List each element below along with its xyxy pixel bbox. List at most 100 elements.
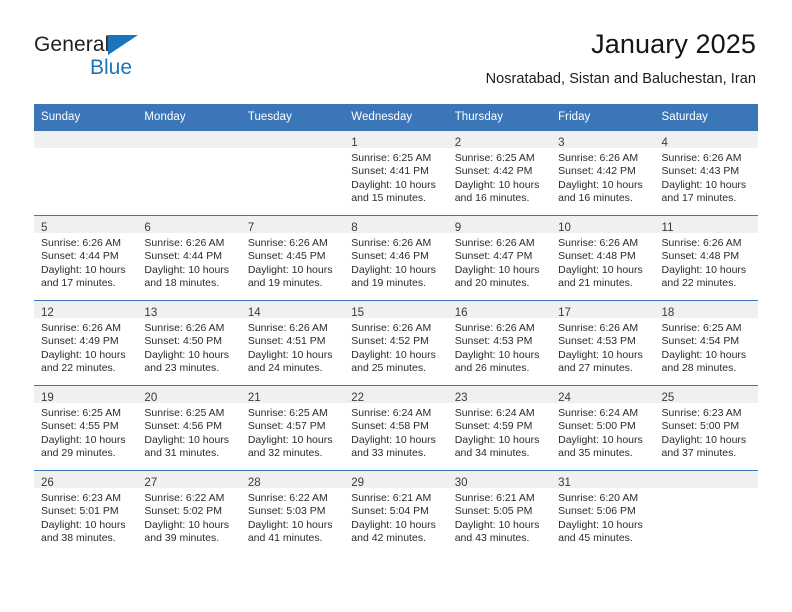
calendar-day-cell[interactable]: 4 Sunrise: 6:26 AM Sunset: 4:43 PM Daylight… xyxy=(654,131,758,216)
calendar-cell-empty xyxy=(34,131,138,216)
day-cell-inner: 14 Sunrise: 6:26 AM Sunset: 4:51 PM Dayligh… xyxy=(240,301,345,385)
calendar-day-cell[interactable]: 10 Sunrise: 6:26 AM Sunset: 4:48 PM Dayligh… xyxy=(551,215,655,301)
calendar-day-cell[interactable]: 14 Sunrise: 6:26 AM Sunset: 4:51 PM Dayligh… xyxy=(240,300,345,386)
sunset-text: Sunset: 5:03 PM xyxy=(247,505,326,518)
calendar-day-cell[interactable]: 24 Sunrise: 6:24 AM Sunset: 5:00 PM Dayligh… xyxy=(551,385,655,471)
daylight-text-line2: and 19 minutes. xyxy=(351,277,426,290)
calendar-day-cell[interactable]: 12 Sunrise: 6:26 AM Sunset: 4:49 PM Dayligh… xyxy=(34,300,138,386)
day-sun-info: Sunrise: 6:25 AM Sunset: 4:56 PM Daylight:… xyxy=(137,403,240,461)
day-number-band: 8 xyxy=(344,216,448,234)
calendar-day-cell[interactable]: 5 Sunrise: 6:26 AM Sunset: 4:44 PM Daylight… xyxy=(34,215,138,301)
day-sun-info: Sunrise: 6:26 AM Sunset: 4:46 PM Daylight:… xyxy=(344,233,447,291)
day-sun-info: Sunrise: 6:26 AM Sunset: 4:44 PM Daylight:… xyxy=(137,233,240,291)
sunrise-text: Sunrise: 6:22 AM xyxy=(247,492,328,504)
daylight-text-line1: Daylight: 10 hours xyxy=(558,348,643,361)
calendar-day-cell[interactable]: 31 Sunrise: 6:20 AM Sunset: 5:06 PM Dayligh… xyxy=(551,470,655,555)
daylight-text-line2: and 39 minutes. xyxy=(144,532,220,545)
sunset-text: Sunset: 4:47 PM xyxy=(454,250,533,263)
day-number: 29 xyxy=(351,477,365,489)
day-cell-inner: 17 Sunrise: 6:26 AM Sunset: 4:53 PM Dayligh… xyxy=(551,301,655,385)
calendar-cell-empty xyxy=(137,131,241,216)
calendar-day-cell[interactable]: 13 Sunrise: 6:26 AM Sunset: 4:50 PM Dayligh… xyxy=(137,300,241,386)
daylight-text-line2: and 27 minutes. xyxy=(558,362,633,375)
day-number: 2 xyxy=(454,137,462,149)
day-number-band: 16 xyxy=(447,301,552,319)
day-cell-inner: 20 Sunrise: 6:25 AM Sunset: 4:56 PM Dayligh… xyxy=(137,386,241,470)
sunrise-text: Sunrise: 6:26 AM xyxy=(144,237,225,249)
calendar-day-cell[interactable]: 19 Sunrise: 6:25 AM Sunset: 4:55 PM Dayligh… xyxy=(34,385,138,471)
calendar-day-cell[interactable]: 9 Sunrise: 6:26 AM Sunset: 4:47 PM Daylight… xyxy=(447,215,552,301)
calendar-body: 1 Sunrise: 6:25 AM Sunset: 4:41 PM Daylight… xyxy=(34,131,758,555)
sunrise-text: Sunrise: 6:25 AM xyxy=(661,322,742,334)
calendar-day-cell[interactable]: 15 Sunrise: 6:26 AM Sunset: 4:52 PM Dayligh… xyxy=(344,300,448,386)
daylight-text-line1: Daylight: 10 hours xyxy=(661,178,747,191)
daylight-text-line1: Daylight: 10 hours xyxy=(144,433,230,446)
daylight-text-line1: Daylight: 10 hours xyxy=(41,348,126,361)
daylight-text-line2: and 19 minutes. xyxy=(247,277,323,290)
calendar-day-cell[interactable]: 8 Sunrise: 6:26 AM Sunset: 4:46 PM Daylight… xyxy=(344,215,448,301)
day-cell-inner: 2 Sunrise: 6:25 AM Sunset: 4:42 PM Daylight… xyxy=(447,131,552,215)
calendar-day-cell[interactable]: 16 Sunrise: 6:26 AM Sunset: 4:53 PM Dayligh… xyxy=(447,300,552,386)
day-sun-info: Sunrise: 6:26 AM Sunset: 4:43 PM Daylight:… xyxy=(655,148,758,206)
day-sun-info: Sunrise: 6:24 AM Sunset: 4:58 PM Daylight:… xyxy=(344,403,447,461)
calendar-day-cell[interactable]: 26 Sunrise: 6:23 AM Sunset: 5:01 PM Dayligh… xyxy=(34,470,138,555)
day-cell-inner xyxy=(654,471,758,555)
calendar-day-cell[interactable]: 6 Sunrise: 6:26 AM Sunset: 4:44 PM Daylight… xyxy=(137,215,241,301)
day-number: 16 xyxy=(454,307,468,319)
day-sun-info: Sunrise: 6:26 AM Sunset: 4:49 PM Daylight:… xyxy=(34,318,137,376)
day-cell-inner: 4 Sunrise: 6:26 AM Sunset: 4:43 PM Daylight… xyxy=(654,131,758,215)
day-sun-info: Sunrise: 6:21 AM Sunset: 5:04 PM Daylight:… xyxy=(344,488,447,546)
general-blue-logo[interactable]: General Blue xyxy=(34,34,274,94)
calendar-week-row: 26 Sunrise: 6:23 AM Sunset: 5:01 PM Dayligh… xyxy=(34,470,758,555)
day-cell-inner: 1 Sunrise: 6:25 AM Sunset: 4:41 PM Daylight… xyxy=(344,131,448,215)
day-cell-inner: 11 Sunrise: 6:26 AM Sunset: 4:48 PM Dayligh… xyxy=(654,216,758,300)
calendar-day-cell[interactable]: 23 Sunrise: 6:24 AM Sunset: 4:59 PM Dayligh… xyxy=(447,385,552,471)
calendar-day-cell[interactable]: 30 Sunrise: 6:21 AM Sunset: 5:05 PM Dayligh… xyxy=(447,470,552,555)
daylight-text-line2: and 22 minutes. xyxy=(41,362,116,375)
calendar-day-cell[interactable]: 1 Sunrise: 6:25 AM Sunset: 4:41 PM Daylight… xyxy=(344,131,448,216)
sunset-text: Sunset: 5:01 PM xyxy=(41,505,119,518)
calendar-day-cell[interactable]: 7 Sunrise: 6:26 AM Sunset: 4:45 PM Daylight… xyxy=(240,215,345,301)
day-number-band: 23 xyxy=(447,386,552,404)
calendar-day-cell[interactable]: 17 Sunrise: 6:26 AM Sunset: 4:53 PM Dayligh… xyxy=(551,300,655,386)
day-cell-inner: 19 Sunrise: 6:25 AM Sunset: 4:55 PM Dayligh… xyxy=(34,386,138,470)
sunrise-text: Sunrise: 6:24 AM xyxy=(351,407,432,419)
daylight-text-line1: Daylight: 10 hours xyxy=(661,348,747,361)
daylight-text-line1: Daylight: 10 hours xyxy=(454,263,540,276)
sunset-text: Sunset: 5:02 PM xyxy=(144,505,223,518)
calendar-day-cell[interactable]: 3 Sunrise: 6:26 AM Sunset: 4:42 PM Daylight… xyxy=(551,131,655,216)
sunset-text: Sunset: 4:44 PM xyxy=(41,250,119,263)
day-number: 9 xyxy=(454,222,462,234)
day-number: 15 xyxy=(351,307,365,319)
calendar-day-cell[interactable]: 27 Sunrise: 6:22 AM Sunset: 5:02 PM Dayligh… xyxy=(137,470,241,555)
day-sun-info: Sunrise: 6:22 AM Sunset: 5:03 PM Daylight:… xyxy=(241,488,344,546)
calendar-day-cell[interactable]: 22 Sunrise: 6:24 AM Sunset: 4:58 PM Dayligh… xyxy=(344,385,448,471)
sunset-text: Sunset: 4:49 PM xyxy=(41,335,119,348)
sunrise-text: Sunrise: 6:22 AM xyxy=(144,492,225,504)
calendar-day-cell[interactable]: 21 Sunrise: 6:25 AM Sunset: 4:57 PM Dayligh… xyxy=(240,385,345,471)
calendar-day-cell[interactable]: 11 Sunrise: 6:26 AM Sunset: 4:48 PM Dayligh… xyxy=(654,215,758,301)
day-number: 11 xyxy=(661,222,674,234)
day-number: 8 xyxy=(351,222,358,234)
daylight-text-line1: Daylight: 10 hours xyxy=(247,433,333,446)
weekday-header-sunday: Sunday xyxy=(34,104,138,131)
calendar-day-cell[interactable]: 2 Sunrise: 6:25 AM Sunset: 4:42 PM Daylight… xyxy=(447,131,552,216)
calendar-day-cell[interactable]: 18 Sunrise: 6:25 AM Sunset: 4:54 PM Dayligh… xyxy=(654,300,758,386)
weekday-header-thursday: Thursday xyxy=(447,104,552,131)
day-sun-info: Sunrise: 6:26 AM Sunset: 4:53 PM Daylight:… xyxy=(448,318,551,376)
calendar-day-cell[interactable]: 29 Sunrise: 6:21 AM Sunset: 5:04 PM Dayligh… xyxy=(344,470,448,555)
day-sun-info: Sunrise: 6:25 AM Sunset: 4:42 PM Daylight:… xyxy=(448,148,551,206)
sunrise-text: Sunrise: 6:25 AM xyxy=(351,152,432,164)
day-sun-info: Sunrise: 6:20 AM Sunset: 5:06 PM Daylight:… xyxy=(551,488,654,546)
day-cell-inner: 15 Sunrise: 6:26 AM Sunset: 4:52 PM Dayligh… xyxy=(344,301,448,385)
sunset-text: Sunset: 4:53 PM xyxy=(558,335,636,348)
sunset-text: Sunset: 4:48 PM xyxy=(661,250,740,263)
calendar-day-cell[interactable]: 25 Sunrise: 6:23 AM Sunset: 5:00 PM Dayligh… xyxy=(654,385,758,471)
sunrise-text: Sunrise: 6:26 AM xyxy=(351,237,432,249)
calendar-day-cell[interactable]: 20 Sunrise: 6:25 AM Sunset: 4:56 PM Dayligh… xyxy=(137,385,241,471)
day-cell-inner: 29 Sunrise: 6:21 AM Sunset: 5:04 PM Dayligh… xyxy=(344,471,448,555)
calendar-day-cell[interactable]: 28 Sunrise: 6:22 AM Sunset: 5:03 PM Dayligh… xyxy=(240,470,345,555)
day-number: 24 xyxy=(558,392,571,404)
weekday-header-friday: Friday xyxy=(551,104,655,131)
daylight-text-line2: and 26 minutes. xyxy=(454,362,530,375)
